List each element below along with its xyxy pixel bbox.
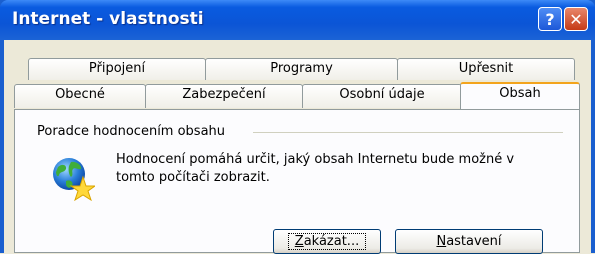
tab-pripojeni[interactable]: Připojení — [28, 58, 206, 80]
tab-upresnit[interactable]: Upřesnit — [397, 58, 575, 80]
close-button[interactable]: ✕ — [564, 7, 588, 31]
advisor-description: Hodnocení pomáhá určit, jaký obsah Inter… — [116, 152, 515, 185]
group-title: Poradce hodnocením obsahu — [37, 124, 226, 139]
tab-label: Připojení — [88, 61, 146, 76]
window-title: Internet - vlastnosti — [12, 9, 204, 29]
tab-zabezpeceni[interactable]: Zabezpečení — [145, 84, 303, 108]
tab-osobni-udaje[interactable]: Osobní údaje — [302, 84, 462, 108]
tab-obecne[interactable]: Obecné — [14, 84, 146, 108]
tab-label: Osobní údaje — [339, 87, 425, 102]
help-icon: ? — [545, 9, 555, 29]
tab-label: Zabezpečení — [182, 87, 266, 102]
disable-button[interactable]: Zakázat... — [273, 229, 381, 254]
disable-button-label: Zakázat... — [287, 233, 367, 250]
close-icon: ✕ — [569, 9, 583, 29]
settings-button[interactable]: Nastavení — [395, 229, 543, 254]
settings-button-label: Nastavení — [436, 234, 502, 249]
tab-label: Obecné — [55, 87, 105, 102]
group-divider — [253, 132, 563, 133]
globe-star-icon — [53, 158, 95, 201]
tab-label: Programy — [270, 61, 333, 76]
help-button[interactable]: ? — [538, 7, 562, 31]
tab-label: Upřesnit — [458, 61, 514, 76]
tab-obsah[interactable]: Obsah — [460, 82, 580, 109]
tab-panel-obsah: Poradce hodnocením obsahu Hodnocení pomá… — [14, 109, 580, 254]
tab-programy[interactable]: Programy — [205, 58, 398, 80]
tab-label: Obsah — [499, 86, 541, 101]
title-bar[interactable]: Internet - vlastnosti ? ✕ — [0, 0, 595, 40]
